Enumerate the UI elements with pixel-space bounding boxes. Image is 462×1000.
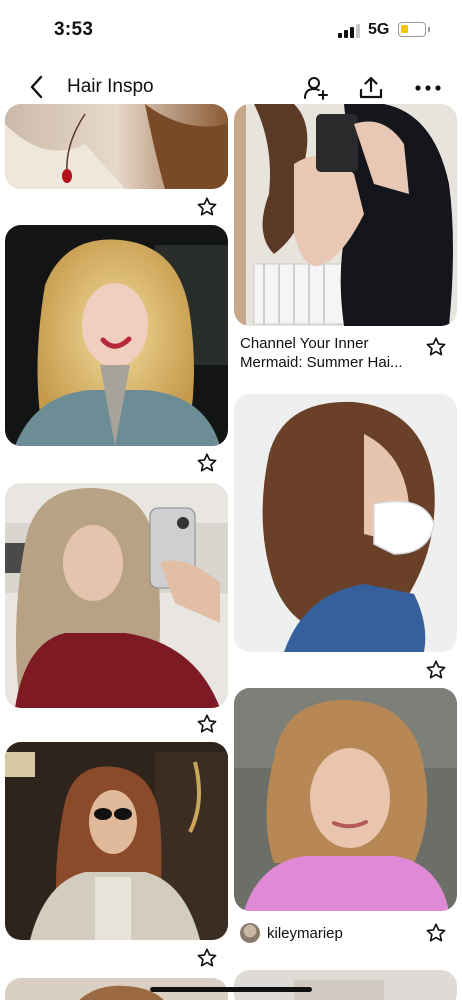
pin-left-3-save-button[interactable] bbox=[194, 711, 220, 737]
network-type: 5G bbox=[368, 21, 390, 38]
star-outline-icon bbox=[197, 197, 217, 216]
pin-right-1-save-button[interactable] bbox=[423, 334, 449, 360]
add-collaborator-button[interactable] bbox=[300, 72, 332, 104]
battery-cap bbox=[428, 27, 430, 32]
cellular-signal-icon bbox=[338, 24, 360, 38]
pin-left-1-save-button[interactable] bbox=[194, 194, 220, 220]
pin-right-3-pinner[interactable]: kileymariep bbox=[240, 923, 343, 943]
star-outline-icon bbox=[426, 660, 446, 679]
more-options-button[interactable] bbox=[412, 72, 444, 104]
star-outline-icon bbox=[197, 948, 217, 967]
chevron-left-icon bbox=[30, 75, 43, 99]
back-button[interactable] bbox=[22, 72, 52, 102]
pin-right-3-image[interactable] bbox=[234, 688, 457, 911]
pin-right-1-image[interactable] bbox=[234, 104, 457, 326]
battery-level bbox=[401, 25, 408, 33]
status-time: 3:53 bbox=[54, 19, 94, 40]
pin-left-2-save-button[interactable] bbox=[194, 450, 220, 476]
star-outline-icon bbox=[426, 337, 446, 356]
star-outline-icon bbox=[197, 714, 217, 733]
add-collaborator-icon bbox=[304, 77, 328, 100]
more-icon bbox=[415, 85, 441, 91]
pin-left-3-image[interactable] bbox=[5, 483, 228, 708]
pin-right-3-save-button[interactable] bbox=[423, 920, 449, 946]
star-outline-icon bbox=[197, 453, 217, 472]
star-outline-icon bbox=[426, 923, 446, 942]
status-bar: 3:53 5G bbox=[0, 0, 462, 62]
avatar[interactable] bbox=[240, 923, 260, 943]
pin-left-4-image[interactable] bbox=[5, 742, 228, 940]
pin-right-2-save-button[interactable] bbox=[423, 657, 449, 683]
home-indicator[interactable] bbox=[150, 987, 312, 992]
pin-left-1-image[interactable] bbox=[5, 104, 228, 189]
board-title: Hair Inspo bbox=[67, 76, 154, 97]
pin-right-2-image[interactable] bbox=[234, 394, 457, 652]
battery-icon bbox=[398, 22, 426, 37]
pin-left-4-save-button[interactable] bbox=[194, 945, 220, 971]
pin-left-2-image[interactable] bbox=[5, 225, 228, 446]
share-button[interactable] bbox=[355, 72, 387, 104]
share-icon bbox=[359, 76, 383, 99]
pin-right-4-image[interactable] bbox=[234, 970, 457, 1000]
pin-right-1-title[interactable]: Channel Your Inner Mermaid: Summer Hai..… bbox=[240, 334, 420, 372]
pinner-username[interactable]: kileymariep bbox=[267, 925, 343, 942]
